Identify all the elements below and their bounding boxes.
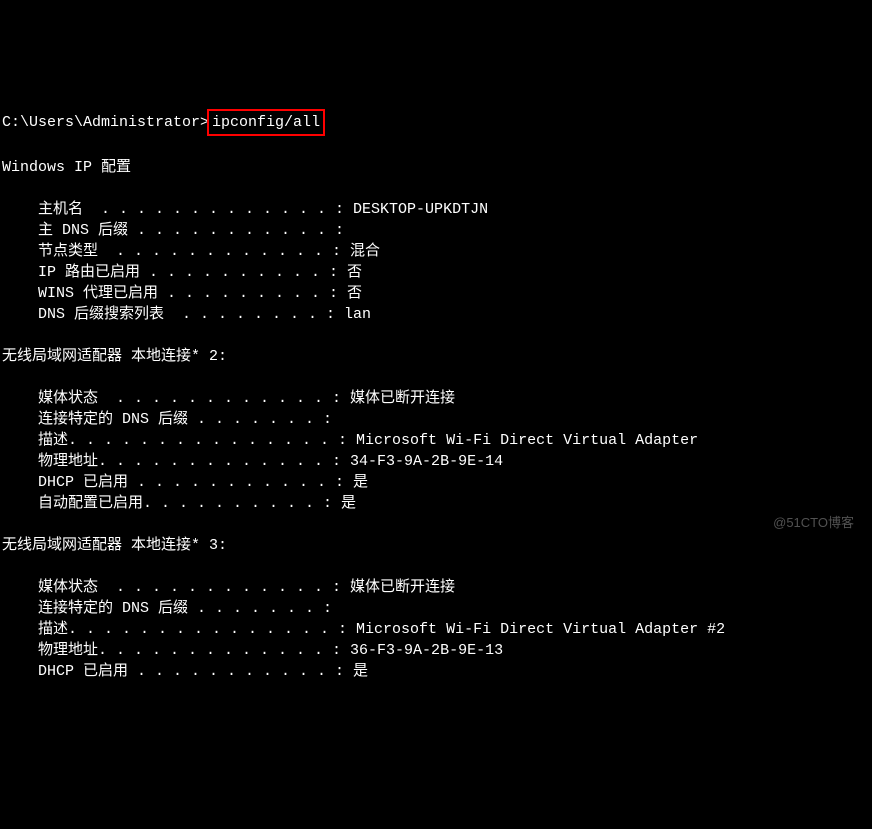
adapter1-physical-address-value: 34-F3-9A-2B-9E-14 (341, 453, 503, 470)
wins-proxy-label: WINS 代理已启用 . . . . . . . . . : (38, 285, 338, 302)
adapter2-physical-address-value: 36-F3-9A-2B-9E-13 (341, 642, 503, 659)
adapter1-dhcp-enabled-label: DHCP 已启用 . . . . . . . . . . . : (38, 474, 344, 491)
node-type-label: 节点类型 . . . . . . . . . . . . : (38, 243, 341, 260)
ip-config-header: Windows IP 配置 (2, 159, 131, 176)
wins-proxy-value: 否 (338, 285, 362, 302)
adapter1-conn-dns-suffix-label: 连接特定的 DNS 后缀 . . . . . . . : (38, 411, 332, 428)
adapter2-physical-address-label: 物理地址. . . . . . . . . . . . . : (38, 642, 341, 659)
adapter2-media-state-value: 媒体已断开连接 (341, 579, 455, 596)
adapter1-media-state-label: 媒体状态 . . . . . . . . . . . . : (38, 390, 341, 407)
adapter1-description-label: 描述. . . . . . . . . . . . . . . : (38, 432, 347, 449)
adapter1-dhcp-enabled-value: 是 (344, 474, 368, 491)
watermark: @51CTO博客 (773, 514, 854, 532)
adapter1-description-value: Microsoft Wi-Fi Direct Virtual Adapter (347, 432, 698, 449)
adapter2-description-value: Microsoft Wi-Fi Direct Virtual Adapter #… (347, 621, 725, 638)
adapter2-media-state-label: 媒体状态 . . . . . . . . . . . . : (38, 579, 341, 596)
adapter1-autoconfig-enabled-value: 是 (332, 495, 356, 512)
adapter1-autoconfig-enabled-label: 自动配置已启用. . . . . . . . . . : (38, 495, 332, 512)
adapter2-dhcp-enabled-label: DHCP 已启用 . . . . . . . . . . . : (38, 663, 344, 680)
dns-suffix-search-label: DNS 后缀搜索列表 . . . . . . . . : (38, 306, 335, 323)
adapter2-title: 无线局域网适配器 本地连接* 3: (2, 537, 227, 554)
ip-routing-label: IP 路由已启用 . . . . . . . . . . : (38, 264, 338, 281)
prompt-path: C:\Users\Administrator> (2, 114, 209, 131)
adapter2-dhcp-enabled-value: 是 (344, 663, 368, 680)
primary-dns-suffix-label: 主 DNS 后缀 . . . . . . . . . . . : (38, 222, 344, 239)
dns-suffix-search-value: lan (335, 306, 371, 323)
adapter2-conn-dns-suffix-label: 连接特定的 DNS 后缀 . . . . . . . : (38, 600, 332, 617)
adapter1-physical-address-label: 物理地址. . . . . . . . . . . . . : (38, 453, 341, 470)
hostname-label: 主机名 . . . . . . . . . . . . . : (38, 201, 344, 218)
adapter1-title: 无线局域网适配器 本地连接* 2: (2, 348, 227, 365)
terminal-output: C:\Users\Administrator>ipconfig/all Wind… (2, 88, 872, 682)
adapter1-media-state-value: 媒体已断开连接 (341, 390, 455, 407)
command-highlighted: ipconfig/all (207, 109, 325, 136)
hostname-value: DESKTOP-UPKDTJN (344, 201, 488, 218)
ip-routing-value: 否 (338, 264, 362, 281)
adapter2-description-label: 描述. . . . . . . . . . . . . . . : (38, 621, 347, 638)
node-type-value: 混合 (341, 243, 380, 260)
